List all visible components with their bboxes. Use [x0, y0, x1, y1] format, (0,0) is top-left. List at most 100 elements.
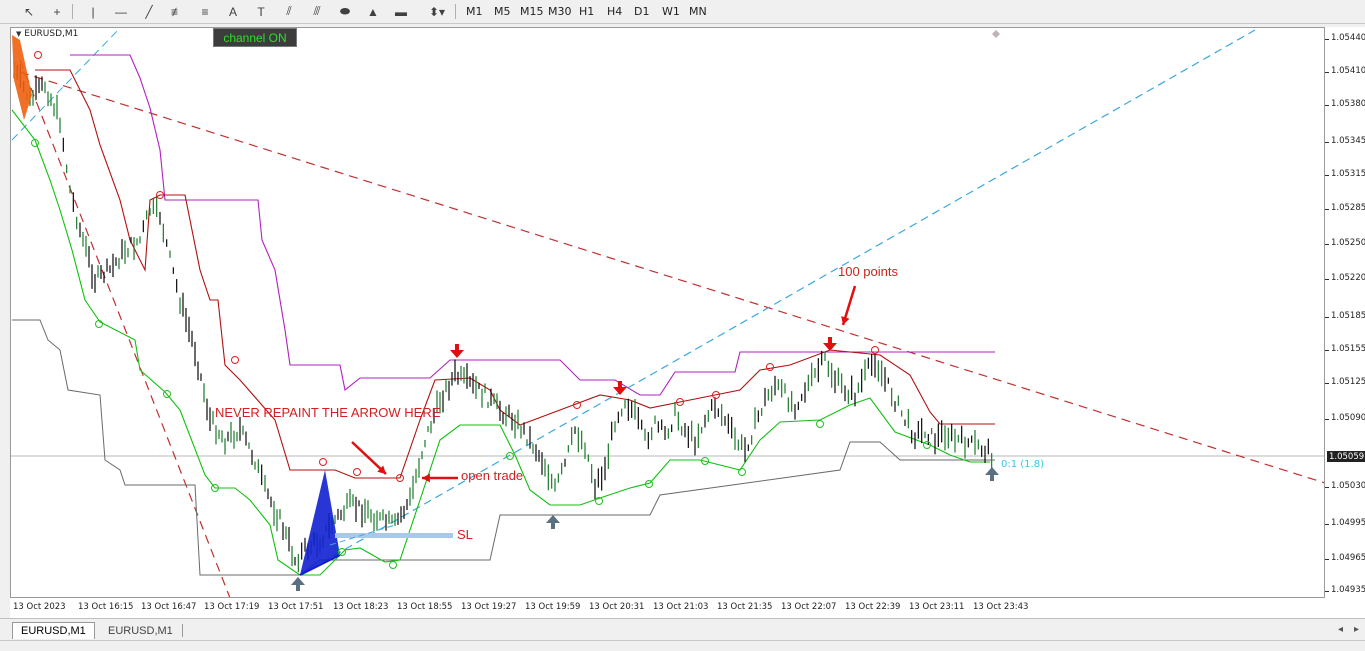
never-repaint-annotation: NEVER REPAINT THE ARROW HERE [215, 405, 441, 420]
price-tick [1325, 105, 1329, 106]
price-tick [1325, 317, 1329, 318]
timeframe-m1-button[interactable]: M1 [462, 2, 487, 21]
time-tick-label: 13 Oct 18:23 [333, 602, 389, 612]
sell-arrow-icon [450, 344, 464, 358]
upper-signal-marker [319, 458, 327, 466]
triangle-icon[interactable]: ▲ [362, 1, 384, 22]
time-tick-label: 13 Oct 19:27 [461, 602, 517, 612]
timeframe-m30-button[interactable]: M30 [544, 2, 576, 21]
trendline-icon[interactable]: ╱ [138, 1, 160, 22]
ellipse-icon[interactable]: ⬬ [334, 1, 356, 22]
toolbar: ↖ + | — ╱ ≢ ≡ A T ⫽ ⫻ ⬬ ▲ ▬ ⬍▾ M1 M5 M15 M30 H1 H4 D1 W1 MN [0, 0, 1365, 24]
price-tick [1325, 487, 1329, 488]
sl-bar [335, 533, 453, 538]
tab-divider [182, 624, 183, 637]
crosshair-icon[interactable]: + [46, 1, 68, 22]
time-tick-label: 13 Oct 22:39 [845, 602, 901, 612]
sell-arrow-icon [613, 381, 627, 395]
timeframe-w1-button[interactable]: W1 [658, 2, 684, 21]
sl-annotation: SL [457, 527, 473, 542]
time-tick-label: 13 Oct 16:15 [78, 602, 134, 612]
rectangle-icon[interactable]: ▬ [390, 1, 412, 22]
price-tick [1325, 279, 1329, 280]
time-tick-label: 13 Oct 20:31 [589, 602, 645, 612]
price-tick-label: 1.05410 [1331, 66, 1365, 76]
chart-area[interactable] [10, 27, 1325, 598]
points-annotation: 100 points [838, 264, 898, 279]
timeframe-h4-button[interactable]: H4 [603, 2, 626, 21]
time-tick-label: 13 Oct 21:35 [717, 602, 773, 612]
outer-upper-band [70, 54, 995, 396]
lower-band [11, 109, 990, 576]
timeframe-m5-button[interactable]: M5 [490, 2, 515, 21]
tab-eurusd-m1-active[interactable]: EURUSD,M1 [12, 622, 95, 639]
price-tick-label: 1.05345 [1331, 136, 1365, 146]
scroll-left-icon[interactable]: ◂ [1338, 624, 1343, 635]
price-tick-label: 1.05380 [1331, 99, 1365, 109]
cursor-icon[interactable]: ↖ [18, 1, 40, 22]
toolbar-separator [72, 4, 73, 19]
toolbar-separator [455, 4, 456, 19]
price-tick-label: 1.04965 [1331, 553, 1365, 563]
price-tick [1325, 142, 1329, 143]
sell-arrow-icon [823, 337, 837, 351]
price-tick [1325, 559, 1329, 560]
price-tick [1325, 591, 1329, 592]
arrows-dropdown-icon[interactable]: ⬍▾ [422, 1, 452, 22]
lower-signal-marker [389, 561, 397, 569]
uptrend-line [299, 29, 1256, 576]
time-tick-label: 13 Oct 17:19 [204, 602, 260, 612]
current-price-label: 1.05059 [1327, 451, 1365, 462]
price-tick-label: 1.05155 [1331, 344, 1365, 354]
fibonacci-icon[interactable]: ≡ [194, 1, 216, 22]
outer-lower-band [12, 319, 995, 576]
scroll-right-icon[interactable]: ▸ [1354, 624, 1359, 635]
orange-zone [12, 35, 32, 120]
text-label-icon[interactable]: T [250, 1, 272, 22]
timeframe-h1-button[interactable]: H1 [575, 2, 598, 21]
chart-menu-icon[interactable]: ▼ [16, 30, 21, 38]
price-tick [1325, 419, 1329, 420]
timeframe-d1-button[interactable]: D1 [630, 2, 653, 21]
price-tick-label: 1.05315 [1331, 169, 1365, 179]
lower-signal-marker [738, 468, 746, 476]
text-icon[interactable]: A [222, 1, 244, 22]
vertical-line-icon[interactable]: | [82, 1, 104, 22]
downtrend-line [19, 71, 1324, 484]
chart-tabs-bar: EURUSD,M1 EURUSD,M1 ◂ ▸ [0, 618, 1365, 640]
buy-arrow-icon [546, 515, 560, 529]
buy-arrow-icon [985, 467, 999, 481]
time-tick-label: 13 Oct 23:43 [973, 602, 1029, 612]
time-tick-label: 13 Oct 17:51 [268, 602, 324, 612]
price-tick [1325, 524, 1329, 525]
upper-signal-marker [34, 51, 42, 59]
upper-signal-marker [231, 356, 239, 364]
channel-icon[interactable]: ⫽ [278, 1, 300, 22]
time-tick-label: 13 Oct 22:07 [781, 602, 837, 612]
price-tick-label: 1.05185 [1331, 311, 1365, 321]
timeframe-m15-button[interactable]: M15 [516, 2, 548, 21]
time-tick-label: 13 Oct 16:47 [141, 602, 197, 612]
time-tick-label: 13 Oct 18:55 [397, 602, 453, 612]
risk-ratio-label: 0:1 (1.8) [1001, 459, 1044, 470]
open-trade-annotation: open trade [461, 468, 524, 483]
price-tick [1325, 72, 1329, 73]
tab-eurusd-m1[interactable]: EURUSD,M1 [100, 622, 181, 639]
channel-toggle-button[interactable]: channel ON [213, 28, 297, 47]
timeframe-mn-button[interactable]: MN [685, 2, 711, 21]
price-tick [1325, 209, 1329, 210]
horizontal-line-icon[interactable]: — [110, 1, 132, 22]
time-tick-label: 13 Oct 19:59 [525, 602, 581, 612]
gann-icon[interactable]: ⫻ [306, 1, 328, 22]
time-tick-label: 13 Oct 23:11 [909, 602, 965, 612]
price-chart[interactable] [11, 28, 1324, 597]
time-tick-label: 13 Oct 2023 [13, 602, 66, 612]
price-tick-label: 1.05250 [1331, 238, 1365, 248]
price-tick-label: 1.05440 [1331, 33, 1365, 43]
buy-arrow-icon [291, 577, 305, 591]
price-tick-label: 1.04935 [1331, 585, 1365, 595]
fibonacci-fan-icon[interactable]: ≢ [166, 1, 188, 22]
price-tick-label: 1.05285 [1331, 203, 1365, 213]
price-tick-label: 1.05090 [1331, 413, 1365, 423]
price-tick-label: 1.05030 [1331, 481, 1365, 491]
